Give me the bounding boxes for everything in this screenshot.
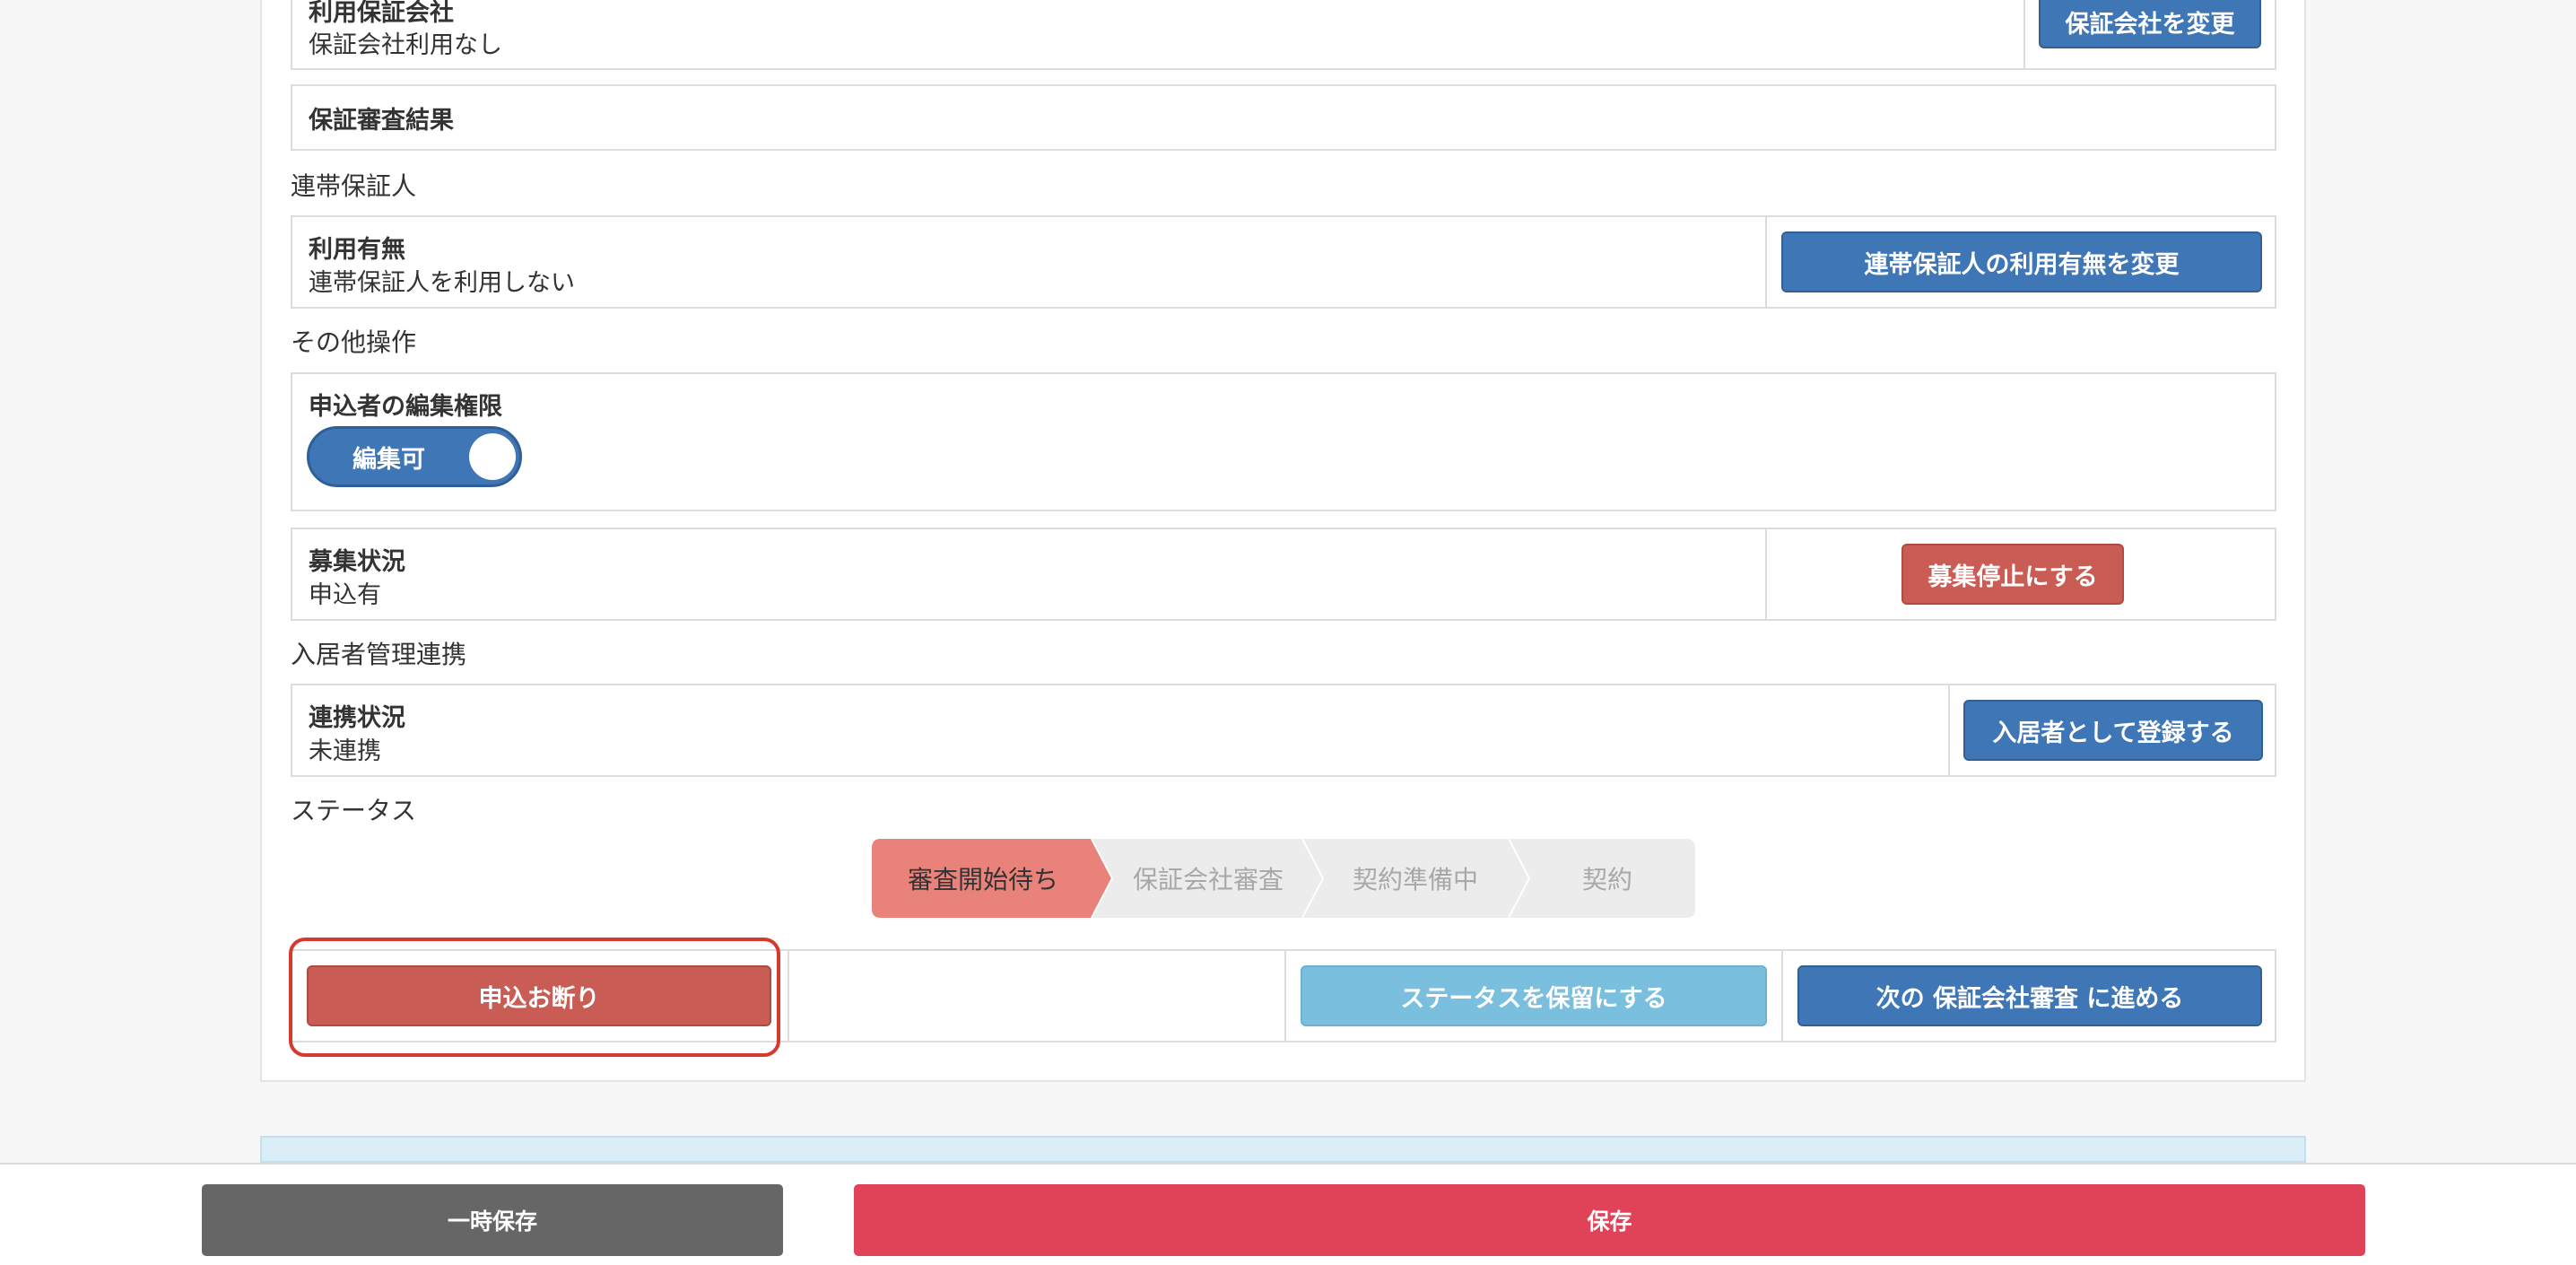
recruitment-status-value: 申込有 <box>309 581 381 609</box>
edit-permission-toggle[interactable]: 編集可 <box>307 426 522 487</box>
edit-permission-row: 申込者の編集権限 編集可 <box>291 372 2276 511</box>
joint-guarantor-section-title: 連帯保証人 <box>291 171 417 201</box>
advance-status-button[interactable]: 次の 保証会社審査 に進める <box>1797 965 2262 1026</box>
joint-guarantor-row: 利用有無 連帯保証人を利用しない 連帯保証人の利用有無を変更 <box>291 215 2276 309</box>
guarantee-result-row: 保証審査結果 <box>291 84 2276 151</box>
step-awaiting-review: 審査開始待ち <box>907 865 1058 894</box>
step-contract: 契約 <box>1581 865 1632 894</box>
save-button[interactable]: 保存 <box>854 1184 2365 1256</box>
change-joint-guarantor-button[interactable]: 連帯保証人の利用有無を変更 <box>1781 231 2262 292</box>
resident-link-section-title: 入居者管理連携 <box>291 640 467 669</box>
guarantor-company-row: 利用保証会社 保証会社利用なし 保証会社を変更 <box>291 0 2276 70</box>
register-as-resident-button[interactable]: 入居者として登録する <box>1963 700 2263 761</box>
info-panel-edge <box>260 1136 2306 1163</box>
step-contract-preparation: 契約準備中 <box>1352 865 1478 894</box>
edit-permission-toggle-label: 編集可 <box>352 446 425 474</box>
status-progress-steps: 審査開始待ち 保証会社審査 契約準備中 契約 <box>872 839 1695 918</box>
resident-link-title: 連携状況 <box>309 704 405 732</box>
other-operations-section-title: その他操作 <box>291 327 417 357</box>
guarantor-company-value: 保証会社利用なし <box>309 31 502 59</box>
stop-recruitment-button[interactable]: 募集停止にする <box>1902 544 2124 605</box>
joint-guarantor-title: 利用有無 <box>309 236 405 264</box>
guarantor-company-title: 利用保証会社 <box>309 0 454 27</box>
resident-link-row: 連携状況 未連携 入居者として登録する <box>291 684 2276 777</box>
step-guarantor-review: 保証会社審査 <box>1132 865 1284 894</box>
edit-permission-title: 申込者の編集権限 <box>309 393 502 421</box>
temporary-save-button[interactable]: 一時保存 <box>202 1184 783 1256</box>
status-section-title: ステータス <box>291 796 417 825</box>
footer-bar: 一時保存 保存 <box>0 1163 2576 1265</box>
hold-status-button[interactable]: ステータスを保留にする <box>1301 965 1767 1026</box>
resident-link-value: 未連携 <box>309 737 381 765</box>
reject-button-highlight <box>289 938 780 1057</box>
change-guarantor-company-button[interactable]: 保証会社を変更 <box>2039 0 2261 48</box>
recruitment-status-row: 募集状況 申込有 募集停止にする <box>291 528 2276 621</box>
joint-guarantor-value: 連帯保証人を利用しない <box>309 269 575 297</box>
recruitment-status-title: 募集状況 <box>309 548 405 576</box>
toggle-knob <box>469 433 516 480</box>
guarantee-result-title: 保証審査結果 <box>309 107 454 135</box>
